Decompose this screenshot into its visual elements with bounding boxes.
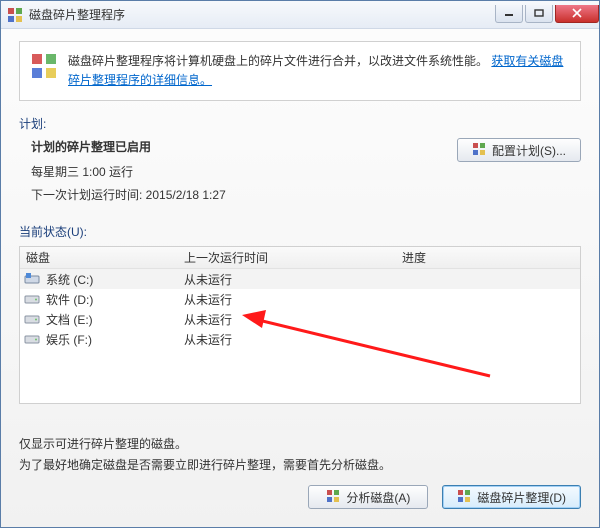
last-run-cell: 从未运行 [184, 331, 402, 348]
window-title: 磁盘碎片整理程序 [29, 6, 493, 23]
close-button[interactable] [555, 5, 599, 23]
disk-name: 软件 (D:) [46, 291, 93, 308]
os-drive-icon [24, 272, 40, 286]
analyze-icon [326, 489, 340, 506]
configure-button-label: 配置计划(S)... [492, 142, 566, 159]
analyze-button[interactable]: 分析磁盘(A) [308, 485, 428, 509]
schedule-row: 计划的碎片整理已启用 每星期三 1:00 运行 下一次计划运行时间: 2015/… [19, 138, 581, 209]
schedule-section-label: 计划: [19, 115, 581, 132]
defrag-button[interactable]: 磁盘碎片整理(D) [442, 485, 581, 509]
header-last-run[interactable]: 上一次运行时间 [184, 249, 402, 266]
table-row[interactable]: 文档 (E:) 从未运行 [20, 309, 580, 329]
configure-icon [472, 142, 486, 159]
schedule-next-run: 下一次计划运行时间: 2015/2/18 1:27 [31, 186, 441, 203]
hard-drive-icon [24, 292, 40, 306]
info-banner: 磁盘碎片整理程序将计算机硬盘上的碎片文件进行合并，以改进文件系统性能。 获取有关… [19, 41, 581, 101]
app-icon [7, 7, 23, 23]
last-run-cell: 从未运行 [184, 291, 402, 308]
button-bar: 分析磁盘(A) 磁盘碎片整理(D) [19, 475, 581, 523]
status-section-label: 当前状态(U): [19, 223, 581, 240]
disk-cell: 软件 (D:) [20, 291, 184, 308]
disk-list-header: 磁盘 上一次运行时间 进度 [20, 247, 580, 269]
header-disk[interactable]: 磁盘 [20, 249, 184, 266]
disk-name: 系统 (C:) [46, 271, 93, 288]
disk-cell: 娱乐 (F:) [20, 331, 184, 348]
hard-drive-icon [24, 332, 40, 346]
defrag-window: 磁盘碎片整理程序 磁盘碎片整理程序 [0, 0, 600, 528]
last-run-cell: 从未运行 [184, 271, 402, 288]
schedule-enabled-title: 计划的碎片整理已启用 [31, 138, 441, 155]
schedule-info: 计划的碎片整理已启用 每星期三 1:00 运行 下一次计划运行时间: 2015/… [19, 138, 441, 209]
disk-rows: 系统 (C:)从未运行软件 (D:)从未运行文档 (E:)从未运行娱乐 (F:)… [20, 269, 580, 349]
table-row[interactable]: 娱乐 (F:) 从未运行 [20, 329, 580, 349]
disk-cell: 文档 (E:) [20, 311, 184, 328]
last-run-cell: 从未运行 [184, 311, 402, 328]
header-progress[interactable]: 进度 [402, 249, 580, 266]
banner-description: 磁盘碎片整理程序将计算机硬盘上的碎片文件进行合并，以改进文件系统性能。 [68, 54, 488, 68]
analyze-button-label: 分析磁盘(A) [346, 489, 410, 506]
table-row[interactable]: 软件 (D:) 从未运行 [20, 289, 580, 309]
defrag-button-icon [457, 489, 471, 506]
title-bar: 磁盘碎片整理程序 [1, 1, 599, 29]
disk-name: 娱乐 (F:) [46, 331, 92, 348]
schedule-when: 每星期三 1:00 运行 [31, 163, 441, 180]
hard-drive-icon [24, 312, 40, 326]
disk-name: 文档 (E:) [46, 311, 93, 328]
minimize-button[interactable] [495, 5, 523, 23]
disk-list: 磁盘 上一次运行时间 进度 系统 (C:)从未运行软件 (D:)从未运行文档 (… [19, 246, 581, 404]
notes: 仅显示可进行碎片整理的磁盘。 为了最好地确定磁盘是否需要立即进行碎片整理，需要首… [19, 434, 581, 475]
defrag-icon [30, 52, 58, 80]
configure-button-wrap: 配置计划(S)... [457, 138, 581, 162]
note-line-1: 仅显示可进行碎片整理的磁盘。 [19, 434, 581, 454]
configure-schedule-button[interactable]: 配置计划(S)... [457, 138, 581, 162]
note-line-2: 为了最好地确定磁盘是否需要立即进行碎片整理，需要首先分析磁盘。 [19, 455, 581, 475]
window-content: 磁盘碎片整理程序将计算机硬盘上的碎片文件进行合并，以改进文件系统性能。 获取有关… [1, 29, 599, 527]
disk-cell: 系统 (C:) [20, 271, 184, 288]
maximize-button[interactable] [525, 5, 553, 23]
table-row[interactable]: 系统 (C:) 从未运行 [20, 269, 580, 289]
banner-text: 磁盘碎片整理程序将计算机硬盘上的碎片文件进行合并，以改进文件系统性能。 获取有关… [68, 52, 568, 90]
window-controls [493, 5, 599, 25]
defrag-button-label: 磁盘碎片整理(D) [477, 489, 566, 506]
